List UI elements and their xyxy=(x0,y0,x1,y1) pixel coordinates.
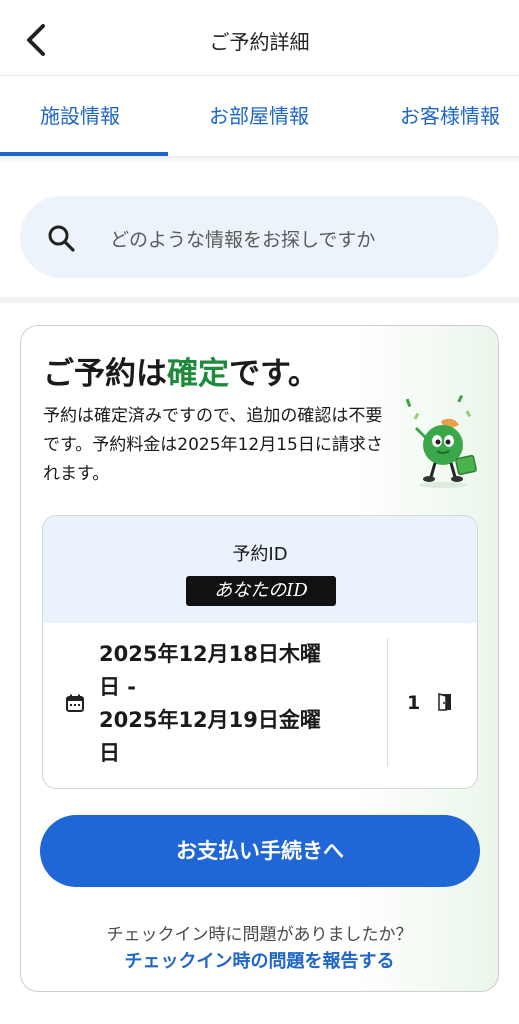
booking-id-value: あなたのID xyxy=(186,576,336,606)
tab-bar: 施設情報 お部屋情報 お客様情報 xyxy=(0,76,519,156)
checkout-date-line2: 日 xyxy=(99,741,120,765)
tab-guest-info[interactable]: お客様情報 xyxy=(400,100,500,129)
page-title: ご予約詳細 xyxy=(209,30,310,54)
confirmation-title: ご予約は確定です。 xyxy=(43,348,319,393)
calendar-icon xyxy=(66,694,84,712)
mascot-illustration xyxy=(405,394,477,488)
details-divider xyxy=(387,638,388,766)
checkin-issue-question: チェックイン時に問題がありましたか？ xyxy=(106,925,413,945)
booking-id-label: 予約ID xyxy=(232,544,288,565)
room-count: 1 xyxy=(407,692,421,714)
confirmation-title-prefix: ご予約は xyxy=(43,356,167,392)
report-checkin-issue-link[interactable]: チェックイン時の問題を報告する xyxy=(21,947,498,973)
search-placeholder: どのような情報をお探しですか xyxy=(110,229,376,251)
confirmation-description: 予約は確定済みですので、追加の確認は不要です。予約料金は2025年12月15日に… xyxy=(43,406,383,484)
proceed-to-payment-button[interactable]: お支払い手続きへ xyxy=(40,815,480,887)
checkout-date-line1: 2025年12月19日金曜 xyxy=(99,708,321,732)
section-divider xyxy=(0,297,519,303)
tab-room-info[interactable]: お部屋情報 xyxy=(209,100,309,129)
checkin-date-line2: 日 - xyxy=(99,675,137,699)
door-icon xyxy=(438,693,451,711)
booking-details-box: 予約ID あなたのID 2025年12月18日木曜 日 - 2025年12月19… xyxy=(42,515,478,789)
checkin-date-line1: 2025年12月18日木曜 xyxy=(99,642,321,666)
search-icon xyxy=(48,225,75,252)
confirmation-title-highlight: 確定 xyxy=(167,356,229,392)
booking-id-section: 予約ID あなたのID xyxy=(43,516,477,623)
app-header: ご予約詳細 xyxy=(0,0,519,76)
search-bar[interactable]: どのような情報をお探しですか xyxy=(20,196,499,278)
confirmation-title-suffix: です。 xyxy=(229,356,319,392)
tab-facility-info[interactable]: 施設情報 xyxy=(40,100,120,129)
tab-bar-shadow xyxy=(0,156,519,164)
booking-confirmation-card: ご予約は確定です。 予約は確定済みですので、追加の確認は不要です。予約料金は20… xyxy=(20,325,499,992)
stay-dates: 2025年12月18日木曜 日 - 2025年12月19日金曜 日 xyxy=(99,638,359,770)
